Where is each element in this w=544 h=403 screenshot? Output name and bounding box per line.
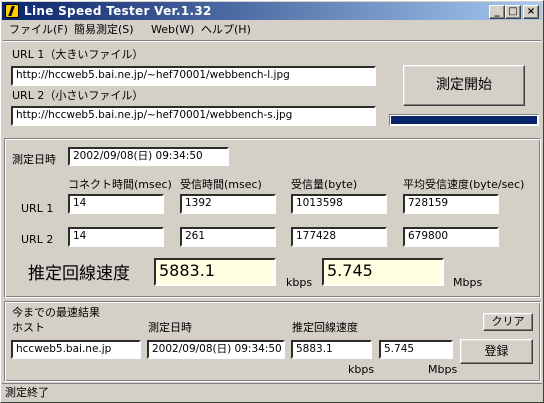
row-url2-label: URL 2 [21,233,54,246]
row-url1-label: URL 1 [21,202,54,215]
menu-file[interactable]: ファイル(F) [9,23,68,37]
best-title: 今までの最速結果 [12,306,100,319]
menu-help[interactable]: ヘルプ(H) [201,23,251,37]
best-datetime-label: 測定日時 [148,321,192,334]
app-window: Line Speed Tester Ver.1.32 _ □ × ファイル(F)… [0,0,544,403]
header-avg-speed: 平均受信速度(byte/sec) [403,178,525,191]
url2-connect-time: 14 [68,227,164,247]
register-button[interactable]: 登録 [460,339,533,364]
menu-simple-measure[interactable]: 簡易測定(S) [74,23,134,37]
url1-input[interactable]: http://hccweb5.bai.ne.jp/~hef70001/webbe… [11,66,376,86]
best-mbps-unit: Mbps [428,363,458,376]
status-text: 測定終了 [5,386,49,399]
url1-receive-time: 1392 [180,194,276,214]
progress-fill [391,116,537,124]
best-datetime-field: 2002/09/08(日) 09:34:50 [147,340,285,359]
kbps-field: 5883.1 [154,258,276,286]
mbps-unit: Mbps [453,276,483,289]
window-title: Line Speed Tester Ver.1.32 [24,4,212,18]
url2-input[interactable]: http://hccweb5.bai.ne.jp/~hef70001/webbe… [11,106,376,126]
start-measure-button[interactable]: 測定開始 [403,65,525,106]
header-receive-time: 受信時間(msec) [180,178,262,191]
best-kbps-unit: kbps [348,363,375,376]
datetime-label: 測定日時 [12,153,56,166]
estimated-speed-label: 推定回線速度 [28,264,130,284]
url2-receive-time: 261 [180,227,276,247]
url1-connect-time: 14 [68,194,164,214]
clear-button[interactable]: クリア [483,313,533,331]
title-bar[interactable]: Line Speed Tester Ver.1.32 _ □ × [2,2,542,20]
url2-avg-speed: 679800 [403,227,499,247]
best-host-field: hccweb5.bai.ne.jp [11,340,141,359]
kbps-unit: kbps [286,276,313,289]
datetime-field: 2002/09/08(日) 09:34:50 [68,147,229,166]
url2-label: URL 2（小さいファイル） [12,89,144,102]
url1-label: URL 1（大きいファイル） [12,48,144,61]
menu-web[interactable]: Web(W) [151,23,194,37]
best-host-label: ホスト [12,321,45,334]
close-button[interactable]: × [523,5,539,19]
status-bar: 測定終了 [2,383,542,401]
header-connect-time: コネクト時間(msec) [68,178,172,191]
best-speed-label: 推定回線速度 [292,321,358,334]
maximize-button[interactable]: □ [505,5,521,19]
mbps-field: 5.745 [322,258,444,286]
best-mbps-field: 5.745 [379,340,453,359]
url2-received-bytes: 177428 [291,227,387,247]
minimize-button[interactable]: _ [489,5,505,19]
progress-bar [389,114,539,126]
best-kbps-field: 5883.1 [291,340,372,359]
header-received-bytes: 受信量(byte) [291,178,358,191]
menu-bar: ファイル(F) 簡易測定(S) Web(W) ヘルプ(H) [2,21,542,39]
menu-separator [3,40,541,42]
lightning-icon [5,4,19,18]
url1-avg-speed: 728159 [403,194,499,214]
url1-received-bytes: 1013598 [291,194,387,214]
